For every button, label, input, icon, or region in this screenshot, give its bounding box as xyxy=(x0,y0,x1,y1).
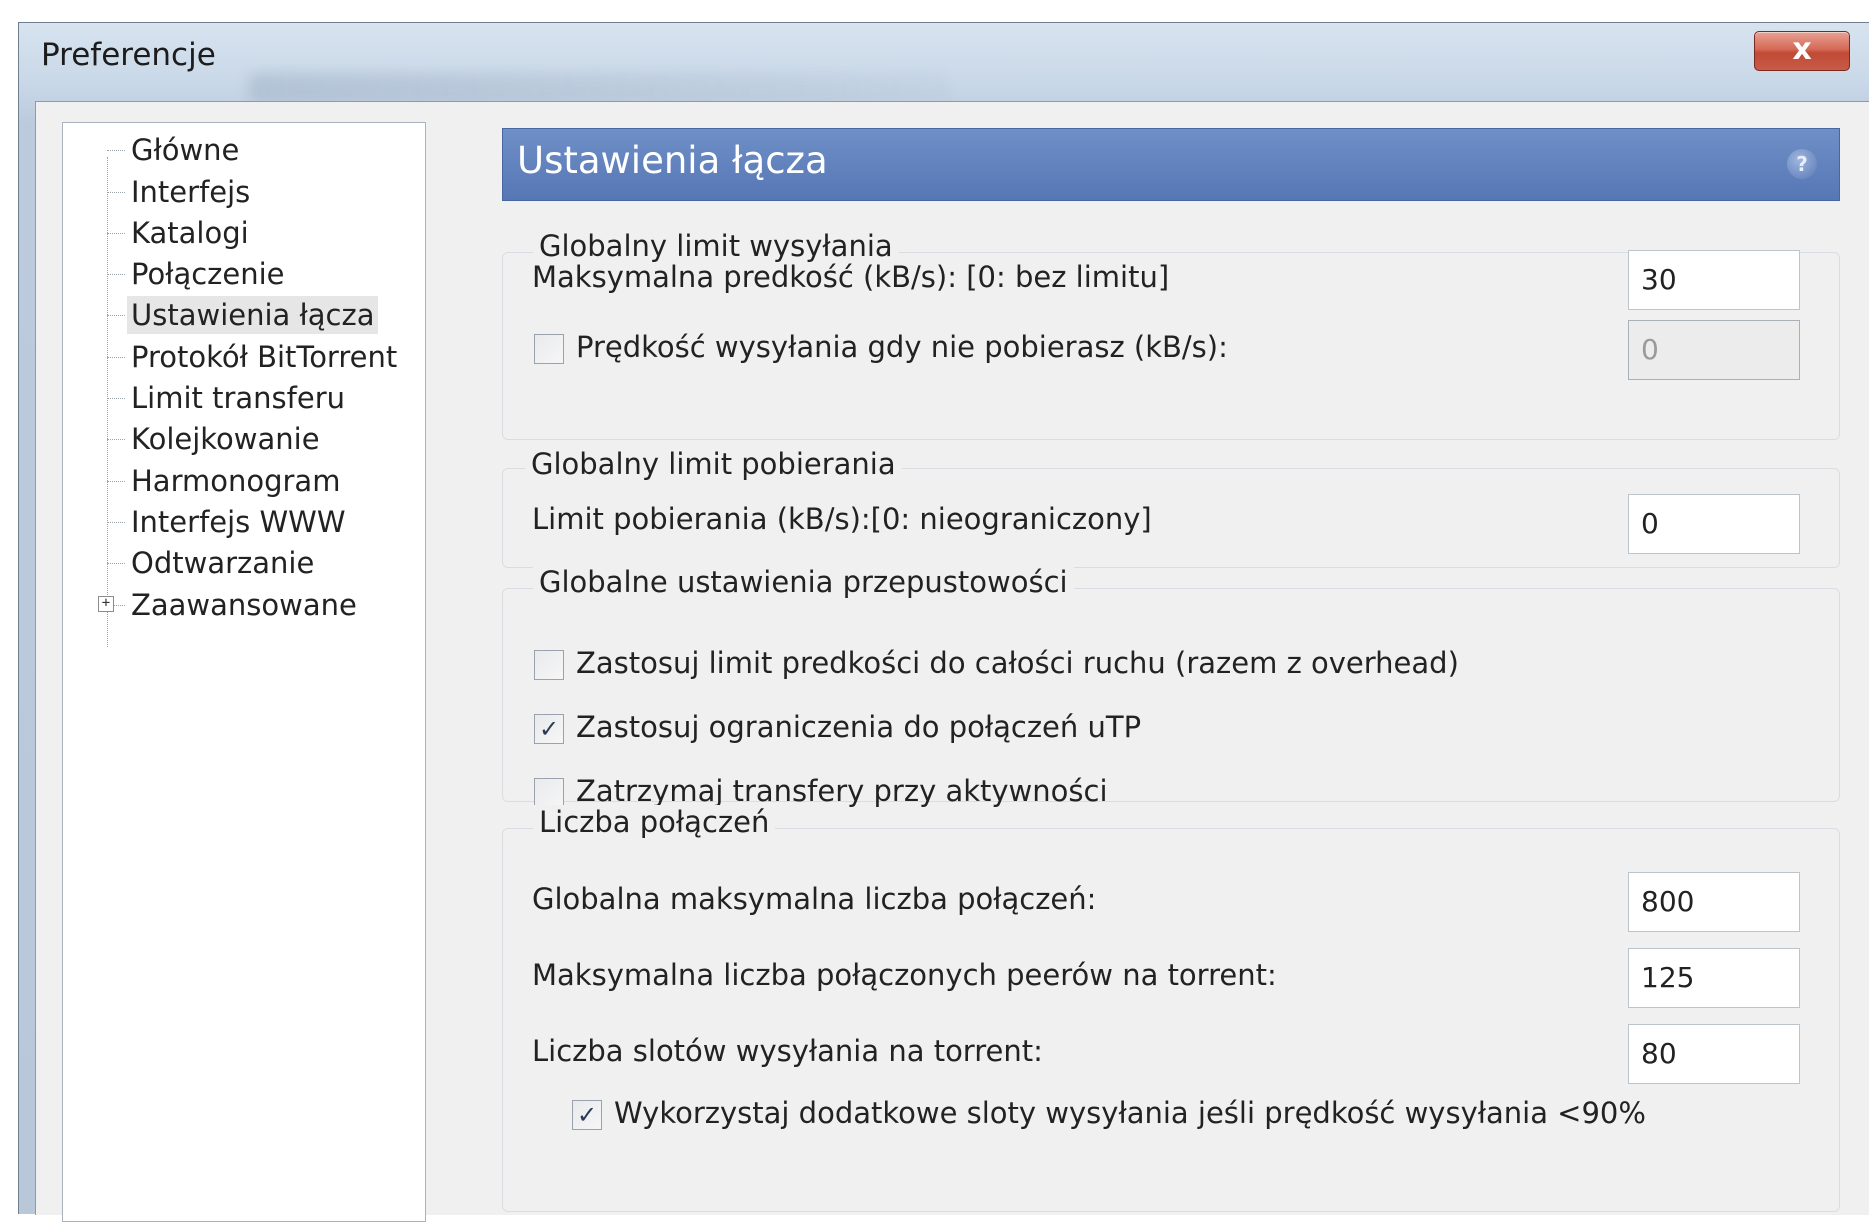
tree-item-polaczenie[interactable]: Połączenie xyxy=(107,251,289,297)
utp-limit-checkbox[interactable]: ✓ xyxy=(534,714,564,744)
group-title: Liczba połączeń xyxy=(533,805,776,839)
tree-item-zaawansowane[interactable]: + Zaawansowane xyxy=(98,582,361,628)
utp-limit-label: Zastosuj ograniczenia do połączeń uTP xyxy=(576,710,1142,744)
tree-item-label: Zaawansowane xyxy=(131,588,357,622)
dialog-body: Główne Interfejs Katalogi Połączenie Ust… xyxy=(35,101,1869,1222)
tree-item-label: Katalogi xyxy=(131,216,249,250)
tree-item-label: Ustawienia łącza xyxy=(127,296,379,334)
overhead-limit-label: Zastosuj limit predkości do całości ruch… xyxy=(576,646,1459,680)
overhead-limit-checkbox[interactable] xyxy=(534,650,564,680)
pause-on-activity-checkbox[interactable] xyxy=(534,778,564,808)
tree-item-harmonogram[interactable]: Harmonogram xyxy=(107,458,344,504)
upload-slots-input[interactable]: 80 xyxy=(1628,1024,1800,1084)
tree-item-interfejs[interactable]: Interfejs xyxy=(107,169,254,215)
group-title: Globalny limit pobierania xyxy=(525,447,902,481)
section-header: Ustawienia łącza ? xyxy=(502,128,1840,201)
tree-item-label: Harmonogram xyxy=(131,464,341,498)
pause-on-activity-label: Zatrzymaj transfery przy aktywności xyxy=(576,774,1108,808)
preferences-window: Preferencje x Główne Interfejs Katalogi … xyxy=(18,22,1869,1222)
global-max-connections-label: Globalna maksymalna liczba połączeń: xyxy=(532,882,1097,916)
bandwidth-settings-group: Globalne ustawienia przepustowości xyxy=(502,565,1840,802)
tree-item-protokol-bittorrent[interactable]: Protokół BitTorrent xyxy=(107,334,401,380)
extra-slots-checkbox[interactable]: ✓ xyxy=(572,1100,602,1130)
tree-item-limit-transferu[interactable]: Limit transferu xyxy=(107,375,349,421)
tree-item-label: Interfejs WWW xyxy=(131,505,346,539)
max-upload-speed-input[interactable]: 30 xyxy=(1628,250,1800,310)
tree-item-kolejkowanie[interactable]: Kolejkowanie xyxy=(107,416,324,462)
help-icon[interactable]: ? xyxy=(1787,149,1817,179)
tree-item-label: Interfejs xyxy=(131,175,251,209)
window-title: Preferencje xyxy=(41,37,216,73)
max-peers-label: Maksymalna liczba połączonych peerów na … xyxy=(532,958,1277,992)
expand-plus-icon[interactable]: + xyxy=(98,596,114,612)
preferences-tree[interactable]: Główne Interfejs Katalogi Połączenie Ust… xyxy=(62,122,426,1222)
tree-item-label: Protokół BitTorrent xyxy=(131,340,398,374)
tree-item-label: Połączenie xyxy=(131,257,285,291)
tree-item-odtwarzanie[interactable]: Odtwarzanie xyxy=(107,540,318,586)
download-limit-input[interactable]: 0 xyxy=(1628,494,1800,554)
tree-item-label: Kolejkowanie xyxy=(131,422,320,456)
group-title: Globalny limit wysyłania xyxy=(533,229,899,263)
global-max-connections-input[interactable]: 800 xyxy=(1628,872,1800,932)
tree-item-label: Limit transferu xyxy=(131,381,346,415)
tree-item-label: Główne xyxy=(131,133,240,167)
tree-item-glowne[interactable]: Główne xyxy=(107,127,243,173)
tree-item-ustawienia-lacza[interactable]: Ustawienia łącza xyxy=(107,292,379,338)
download-limit-label: Limit pobierania (kB/s):[0: nieograniczo… xyxy=(532,502,1152,536)
idle-upload-speed-checkbox[interactable] xyxy=(534,334,564,364)
tree-item-interfejs-www[interactable]: Interfejs WWW xyxy=(107,499,350,545)
title-bar-background-blur xyxy=(249,73,949,103)
upload-slots-label: Liczba slotów wysyłania na torrent: xyxy=(532,1034,1043,1068)
idle-upload-speed-input[interactable]: 0 xyxy=(1628,320,1800,380)
tree-item-label: Odtwarzanie xyxy=(131,546,315,580)
group-title: Globalne ustawienia przepustowości xyxy=(533,565,1074,599)
max-upload-speed-label: Maksymalna predkość (kB/s): [0: bez limi… xyxy=(532,260,1170,294)
page-title: Ustawienia łącza xyxy=(517,139,828,182)
max-peers-input[interactable]: 125 xyxy=(1628,948,1800,1008)
extra-slots-label: Wykorzystaj dodatkowe sloty wysyłania je… xyxy=(614,1096,1646,1130)
close-button[interactable]: x xyxy=(1754,31,1850,71)
idle-upload-speed-label: Prędkość wysyłania gdy nie pobierasz (kB… xyxy=(576,330,1228,364)
tree-item-katalogi[interactable]: Katalogi xyxy=(107,210,253,256)
